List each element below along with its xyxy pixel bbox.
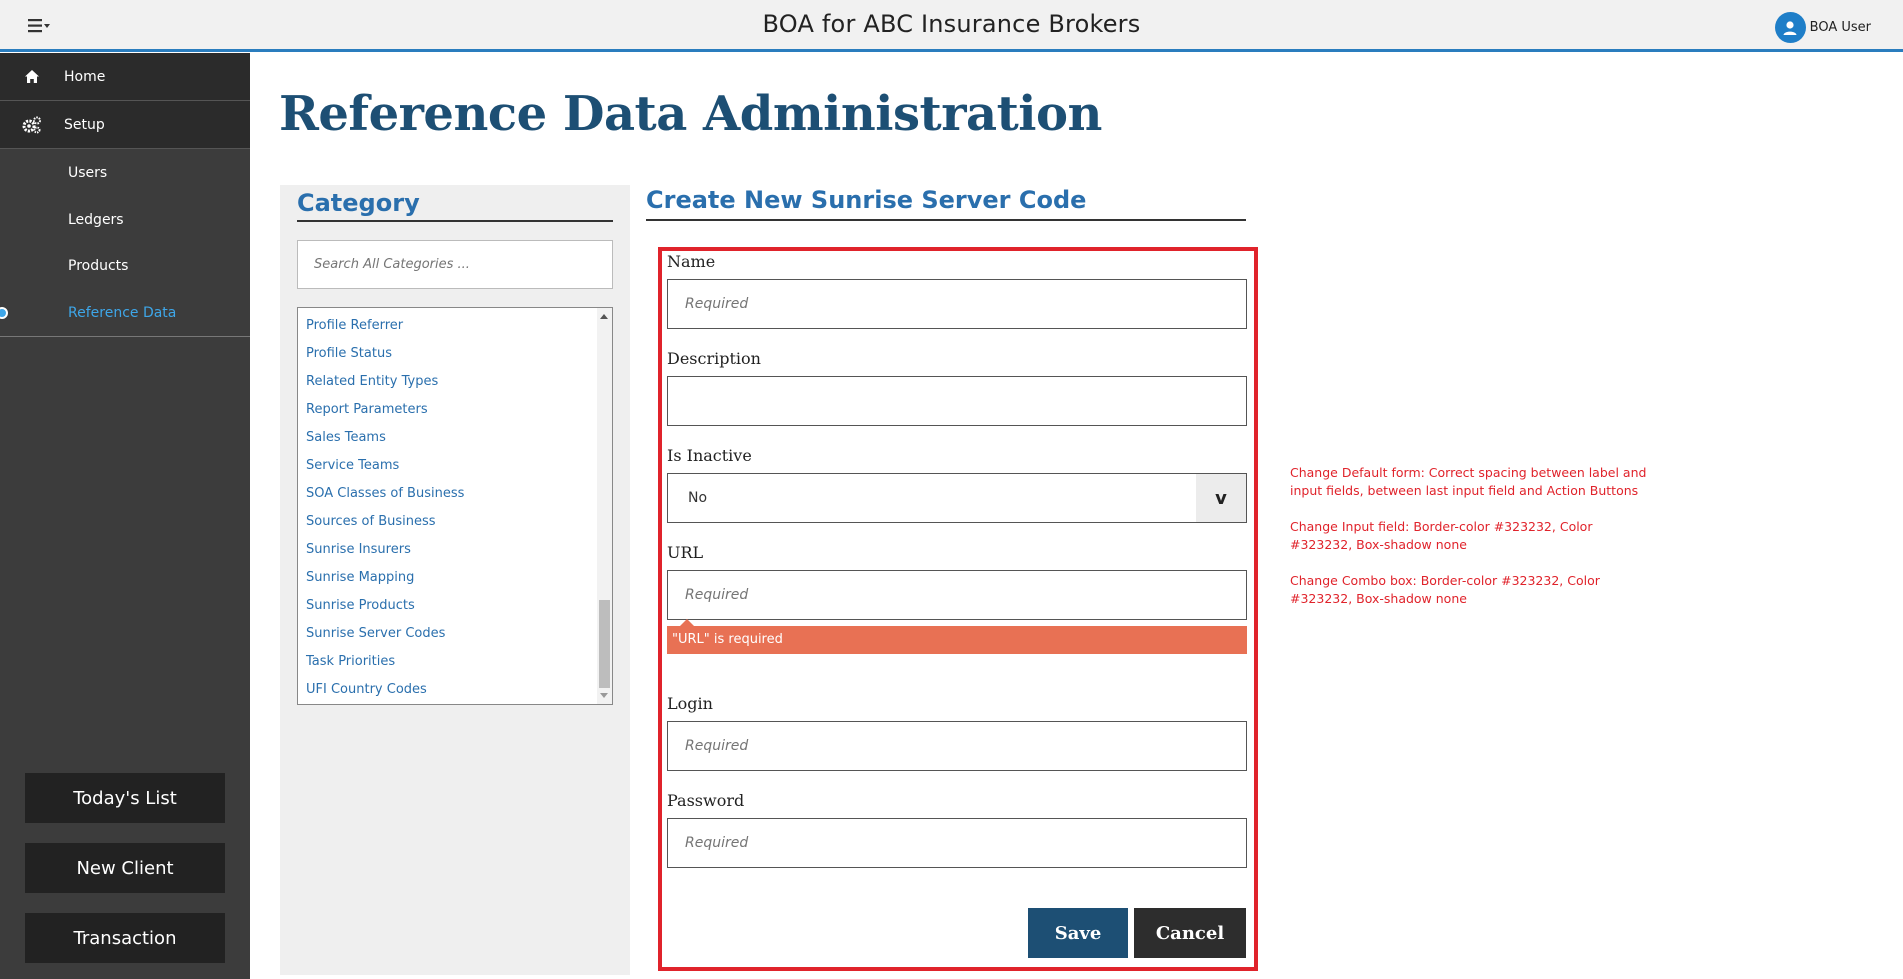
category-item[interactable]: Task Priorities bbox=[298, 648, 464, 676]
sidebar-item-label: Ledgers bbox=[68, 212, 124, 228]
category-item[interactable]: Sources of Business bbox=[298, 508, 464, 536]
active-indicator bbox=[0, 307, 8, 319]
home-icon bbox=[0, 69, 64, 84]
sidebar-item-label: Setup bbox=[64, 116, 105, 133]
category-item[interactable]: Sunrise Server Codes bbox=[298, 620, 464, 648]
category-panel: Category Profile Referrer Profile Status… bbox=[280, 185, 630, 975]
scroll-down-icon[interactable] bbox=[600, 693, 608, 698]
login-input[interactable] bbox=[667, 721, 1247, 771]
error-tooltip-arrow bbox=[680, 619, 694, 626]
is-inactive-select[interactable]: No v bbox=[667, 473, 1247, 523]
sidebar-item-reference-data[interactable]: Reference Data bbox=[0, 289, 250, 337]
user-name: BOA User bbox=[1809, 20, 1871, 35]
todays-list-button[interactable]: Today's List bbox=[25, 773, 225, 823]
category-title-rule bbox=[297, 220, 613, 222]
category-item[interactable]: Related Entity Types bbox=[298, 368, 464, 396]
annotation-note: Change Default form: Correct spacing bet… bbox=[1290, 465, 1647, 498]
cancel-button[interactable]: Cancel bbox=[1134, 908, 1246, 958]
sidebar-item-setup[interactable]: Setup bbox=[0, 101, 250, 149]
form-title-rule bbox=[646, 219, 1246, 221]
category-item[interactable]: SOA Classes of Business bbox=[298, 480, 464, 508]
sidebar-item-users[interactable]: Users bbox=[0, 149, 250, 197]
sidebar-item-label: Products bbox=[68, 258, 129, 274]
scroll-up-icon[interactable] bbox=[600, 314, 608, 319]
is-inactive-value: No bbox=[688, 490, 708, 506]
password-label: Password bbox=[667, 791, 745, 810]
category-item[interactable]: Profile Referrer bbox=[298, 312, 464, 340]
category-item[interactable]: Sales Teams bbox=[298, 424, 464, 452]
category-search-input[interactable] bbox=[297, 240, 613, 289]
app-title: BOA for ABC Insurance Brokers bbox=[762, 10, 1141, 38]
page-title: Reference Data Administration bbox=[279, 86, 1102, 142]
description-label: Description bbox=[667, 349, 761, 368]
annotation-notes: Change Default form: Correct spacing bet… bbox=[1290, 464, 1650, 626]
new-client-button[interactable]: New Client bbox=[25, 843, 225, 893]
category-items: Profile Referrer Profile Status Related … bbox=[298, 312, 464, 704]
chevron-down-icon[interactable]: v bbox=[1196, 474, 1246, 522]
password-input[interactable] bbox=[667, 818, 1247, 868]
transaction-button[interactable]: Transaction bbox=[25, 913, 225, 963]
name-input[interactable] bbox=[667, 279, 1247, 329]
category-title: Category bbox=[297, 189, 420, 217]
top-bar: BOA for ABC Insurance Brokers BOA User bbox=[0, 0, 1903, 52]
category-item[interactable]: Profile Status bbox=[298, 340, 464, 368]
annotation-note: Change Input field: Border-color #323232… bbox=[1290, 519, 1593, 552]
sidebar-item-label: Users bbox=[68, 165, 108, 181]
category-scrollbar[interactable] bbox=[597, 308, 612, 704]
sidebar-item-home[interactable]: Home bbox=[0, 53, 250, 101]
category-item[interactable]: Service Teams bbox=[298, 452, 464, 480]
gears-icon bbox=[0, 116, 64, 134]
sidebar: Home Setup Users Ledgers Products Refere… bbox=[0, 53, 250, 979]
url-input[interactable] bbox=[667, 570, 1247, 620]
description-input[interactable] bbox=[667, 376, 1247, 426]
category-item[interactable]: Sunrise Mapping bbox=[298, 564, 464, 592]
annotation-note: Change Combo box: Border-color #323232, … bbox=[1290, 573, 1600, 606]
form-title: Create New Sunrise Server Code bbox=[646, 186, 1087, 214]
category-item[interactable]: UFI Country Codes bbox=[298, 676, 464, 704]
user-menu[interactable]: BOA User bbox=[1774, 12, 1871, 43]
name-label: Name bbox=[667, 252, 716, 271]
category-item[interactable]: Sunrise Insurers bbox=[298, 536, 464, 564]
sidebar-item-label: Home bbox=[64, 68, 106, 85]
user-avatar-icon bbox=[1774, 12, 1806, 43]
login-label: Login bbox=[667, 694, 713, 713]
category-list[interactable]: Profile Referrer Profile Status Related … bbox=[297, 307, 613, 705]
url-label: URL bbox=[667, 543, 704, 562]
is-inactive-label: Is Inactive bbox=[667, 446, 752, 465]
scroll-thumb[interactable] bbox=[599, 600, 610, 688]
category-item[interactable]: Sunrise Products bbox=[298, 592, 464, 620]
sidebar-item-ledgers[interactable]: Ledgers bbox=[0, 196, 250, 244]
sidebar-item-label: Reference Data bbox=[68, 305, 177, 321]
save-button[interactable]: Save bbox=[1028, 908, 1128, 958]
sidebar-item-products[interactable]: Products bbox=[0, 242, 250, 290]
url-error-message: "URL" is required bbox=[667, 626, 1247, 654]
category-item[interactable]: Report Parameters bbox=[298, 396, 464, 424]
sidebar-divider bbox=[0, 336, 250, 337]
